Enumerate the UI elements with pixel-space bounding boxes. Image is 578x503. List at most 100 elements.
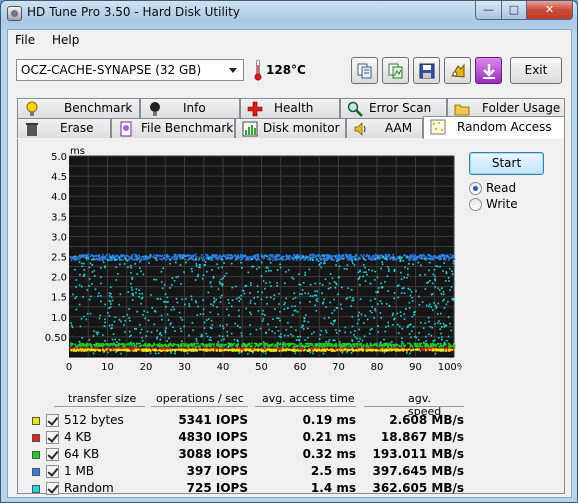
data-point-64kb <box>284 343 286 345</box>
data-point-1mb <box>371 259 374 261</box>
data-point-random <box>93 269 96 272</box>
copy-info-button[interactable] <box>351 57 378 84</box>
tab-random-access[interactable]: Random Access <box>423 116 565 139</box>
data-point-1mb <box>214 254 217 256</box>
data-point-random <box>135 288 138 290</box>
tab-info[interactable]: Info <box>140 98 240 118</box>
data-point-1mb <box>278 258 281 260</box>
data-point-random <box>88 339 91 341</box>
data-point-1mb <box>444 259 447 261</box>
data-point-random <box>167 319 170 321</box>
data-point-64kb <box>177 345 180 348</box>
data-point-1mb <box>193 259 195 261</box>
data-point-random <box>256 268 258 270</box>
data-point-512b <box>193 348 195 350</box>
series-checkbox[interactable] <box>46 448 59 461</box>
data-point-random <box>351 260 353 262</box>
data-point-random <box>91 264 94 266</box>
data-point-512b <box>372 349 375 352</box>
data-point-512b <box>412 348 414 350</box>
exit-button[interactable]: Exit <box>510 57 562 84</box>
data-point-1mb <box>178 255 181 257</box>
minimize-button[interactable]: — <box>475 1 502 20</box>
data-point-random <box>172 306 174 308</box>
data-point-random <box>188 303 190 305</box>
data-point-1mb <box>362 257 364 259</box>
series-checkbox[interactable] <box>46 414 59 427</box>
data-point-random <box>323 260 326 262</box>
data-point-random <box>230 332 233 335</box>
series-checkbox[interactable] <box>46 465 59 478</box>
start-button[interactable]: Start <box>469 152 544 175</box>
data-point-random <box>325 341 327 343</box>
tab-health[interactable]: Health <box>240 98 340 118</box>
data-point-random <box>380 282 382 285</box>
speaker-icon <box>354 122 366 136</box>
tab-aam[interactable]: AAM <box>346 118 423 138</box>
data-point-random <box>433 269 436 271</box>
data-point-1mb <box>217 258 219 261</box>
data-point-512b <box>269 348 271 351</box>
data-point-512b <box>180 348 182 351</box>
data-point-random <box>434 275 436 278</box>
client-area: File Help OCZ-CACHE-SYNAPSE (32 GB) 128°… <box>7 29 572 498</box>
data-point-1mb <box>342 255 345 257</box>
data-point-512b <box>272 348 275 351</box>
data-point-random <box>414 311 416 313</box>
data-point-random <box>297 256 300 259</box>
data-point-random <box>99 314 102 317</box>
data-point-1mb <box>411 253 414 256</box>
tab-folder-usage[interactable]: Folder Usage <box>447 98 565 118</box>
series-checkbox[interactable] <box>46 482 59 495</box>
tab-benchmark[interactable]: Benchmark <box>17 98 140 118</box>
data-point-random <box>236 325 239 327</box>
data-point-random <box>352 297 354 299</box>
data-point-1mb <box>379 256 381 259</box>
data-point-512b <box>219 348 221 351</box>
data-point-random <box>208 257 210 260</box>
data-point-1mb <box>153 254 155 257</box>
data-point-random <box>407 273 409 276</box>
data-point-random <box>385 303 388 305</box>
menu-file[interactable]: File <box>15 33 35 47</box>
data-point-random <box>217 313 219 316</box>
data-point-random <box>210 327 213 330</box>
tab-erase[interactable]: Erase <box>17 118 111 138</box>
data-point-512b <box>223 349 225 352</box>
data-point-1mb <box>443 255 445 258</box>
download-button[interactable] <box>475 57 502 84</box>
data-point-1mb <box>108 256 111 258</box>
write-radio[interactable]: Write <box>469 197 559 213</box>
read-radio[interactable]: Read <box>469 181 559 197</box>
data-point-512b <box>70 349 73 351</box>
copy-screenshot-button[interactable] <box>382 57 409 84</box>
data-point-random <box>130 286 133 289</box>
data-point-random <box>92 352 95 355</box>
data-point-64kb <box>348 345 350 348</box>
maximize-button[interactable]: □ <box>501 1 527 20</box>
menu-help[interactable]: Help <box>52 33 79 47</box>
data-point-512b <box>144 350 147 352</box>
close-button[interactable]: ✕ <box>526 1 573 20</box>
data-point-512b <box>408 348 411 351</box>
data-point-64kb <box>318 345 320 347</box>
data-point-random <box>271 330 274 333</box>
save-button[interactable] <box>413 57 440 84</box>
data-point-random <box>350 288 353 291</box>
data-point-random <box>365 271 367 274</box>
data-point-random <box>332 323 334 326</box>
settings-button[interactable] <box>444 57 471 84</box>
data-point-1mb <box>203 256 205 259</box>
tab-file-benchmark[interactable]: File Benchmark <box>111 118 235 138</box>
title-bar[interactable]: HD Tune Pro 3.50 - Hard Disk Utility — □… <box>1 1 577 28</box>
series-checkbox[interactable] <box>46 431 59 444</box>
tab-error-scan[interactable]: Error Scan <box>340 98 447 118</box>
data-point-random <box>445 303 448 305</box>
data-point-random <box>208 338 211 341</box>
data-point-1mb <box>344 253 347 256</box>
data-point-1mb <box>187 258 190 260</box>
data-point-64kb <box>363 343 365 346</box>
data-point-random <box>388 305 391 307</box>
drive-select[interactable]: OCZ-CACHE-SYNAPSE (32 GB) <box>16 59 244 81</box>
tab-disk-monitor[interactable]: Disk monitor <box>235 118 346 138</box>
